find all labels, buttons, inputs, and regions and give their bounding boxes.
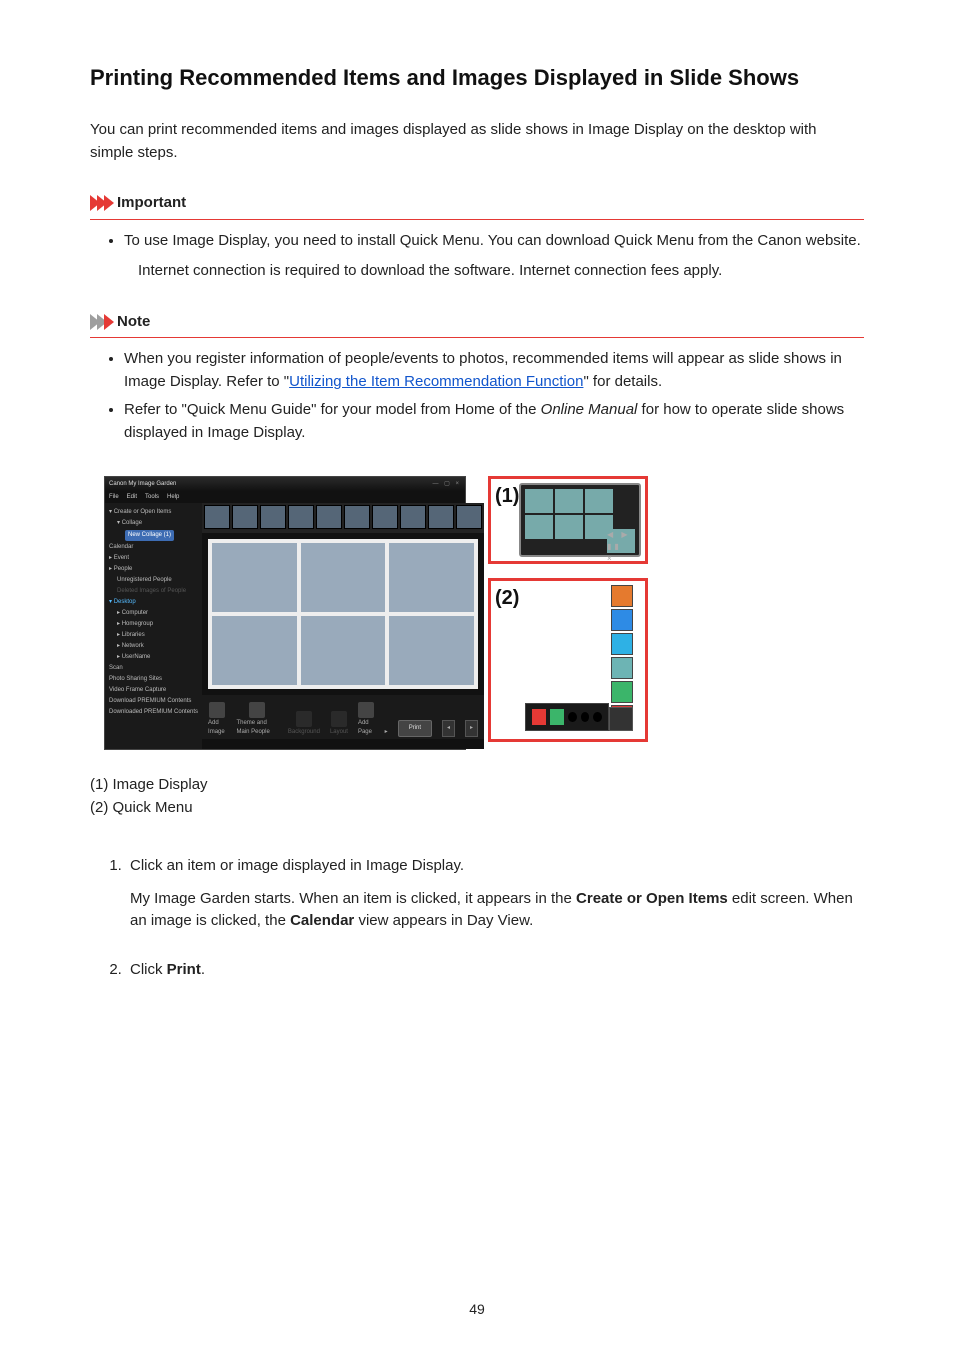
legend-1: (1) Image Display	[90, 774, 864, 797]
note-header: Note	[90, 311, 864, 339]
callout-quick-menu: (2)	[488, 578, 648, 742]
step-2: Click Print.	[126, 959, 864, 982]
intro-paragraph: You can print recommended items and imag…	[90, 119, 864, 164]
app-toolbar: Add Image Theme and Main People Backgrou…	[202, 695, 484, 739]
important-item: To use Image Display, you need to instal…	[124, 230, 864, 253]
figure-row: Canon My Image Garden — ▢ × FileEdit Too…	[104, 476, 864, 750]
note-item-2: Refer to "Quick Menu Guide" for your mod…	[124, 399, 864, 444]
callout-image-display: (1) ◀ ▶ ▮▮ ×	[488, 476, 648, 564]
window-buttons: — ▢ ×	[432, 480, 461, 489]
page-title: Printing Recommended Items and Images Di…	[90, 60, 864, 95]
note-label: Note	[117, 311, 150, 334]
app-title: Canon My Image Garden	[109, 480, 176, 489]
callout-number-1: (1)	[495, 481, 519, 511]
chevron-icon	[90, 195, 111, 211]
legend-2: (2) Quick Menu	[90, 797, 864, 820]
recommendation-link[interactable]: Utilizing the Item Recommendation Functi…	[289, 373, 583, 390]
callout-number-2: (2)	[495, 583, 519, 613]
note-item-1: When you register information of people/…	[124, 348, 864, 393]
collage-canvas	[208, 539, 478, 689]
step-1: Click an item or image displayed in Imag…	[126, 855, 864, 933]
important-header: Important	[90, 192, 864, 220]
important-extra: Internet connection is required to downl…	[138, 260, 864, 283]
page-number: 49	[0, 1299, 954, 1320]
important-label: Important	[117, 192, 186, 215]
image-display-frame: ◀ ▶ ▮▮ ×	[519, 483, 641, 557]
thumb-strip	[202, 503, 484, 533]
app-menubar: FileEdit ToolsHelp	[105, 491, 465, 503]
app-print-button: Print	[398, 720, 432, 737]
app-screenshot: Canon My Image Garden — ▢ × FileEdit Too…	[104, 476, 466, 750]
app-sidebar: Create or Open Items Collage New Collage…	[105, 503, 202, 749]
quick-menu-mock	[519, 585, 641, 735]
chevron-icon	[90, 314, 111, 330]
